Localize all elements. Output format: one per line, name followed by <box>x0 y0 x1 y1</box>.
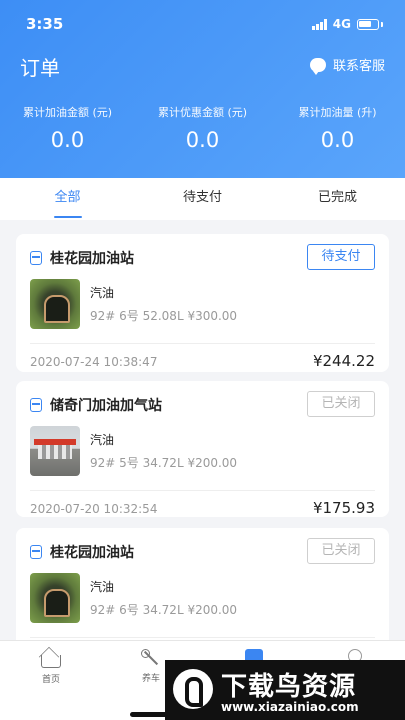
fuel-type: 汽油 <box>90 286 115 300</box>
station-photo <box>30 426 80 476</box>
fuel-detail: 92# 6号 34.72L ¥200.00 <box>90 603 238 617</box>
fuel-detail: 92# 5号 34.72L ¥200.00 <box>90 456 238 470</box>
tab-pending-payment[interactable]: 待支付 <box>135 178 270 220</box>
stat-total-volume: 累计加油量 (升) 0.0 <box>270 104 405 152</box>
status-closed-badge: 已关闭 <box>307 391 375 417</box>
station-name: 储奇门加油加气站 <box>50 398 162 414</box>
gas-station-icon <box>30 545 42 559</box>
station-header: 储奇门加油加气站 <box>30 395 162 415</box>
order-time: 2020-07-24 10:38:47 <box>30 355 158 369</box>
battery-icon <box>357 18 379 30</box>
home-indicator <box>130 712 265 717</box>
stat-value: 0.0 <box>320 128 355 152</box>
stat-value: 0.0 <box>50 128 85 152</box>
order-time: 2020-07-20 10:32:54 <box>30 502 158 516</box>
watermark-logo-icon <box>173 669 213 709</box>
page-title: 订单 <box>20 56 60 80</box>
order-amount: ¥175.93 <box>312 499 375 517</box>
divider <box>30 343 375 344</box>
divider <box>30 637 375 638</box>
stat-total-discount: 累计优惠金额 (元) 0.0 <box>135 104 270 152</box>
watermark-banner: 下载鸟资源 www.xiazainiao.com <box>165 660 405 720</box>
tab-all[interactable]: 全部 <box>0 178 135 220</box>
contact-service-button[interactable]: 联系客服 <box>309 55 385 75</box>
stat-label: 累计优惠金额 (元) <box>157 106 248 119</box>
gas-station-icon <box>30 251 42 265</box>
divider <box>30 490 375 491</box>
contact-service-label: 联系客服 <box>332 59 385 74</box>
status-closed-badge: 已关闭 <box>307 538 375 564</box>
signal-icon <box>311 18 327 30</box>
home-icon <box>41 655 61 668</box>
gas-station-icon <box>30 398 42 412</box>
stat-label: 累计加油量 (升) <box>298 106 377 119</box>
summary-stats: 累计加油金额 (元) 0.0 累计优惠金额 (元) 0.0 累计加油量 (升) … <box>0 104 405 152</box>
status-indicators: 4G <box>311 17 383 31</box>
order-card[interactable]: 桂花园加油站 待支付 汽油 92# 6号 52.08L ¥300.00 2020… <box>16 234 389 372</box>
chat-icon <box>309 57 326 75</box>
station-header: 桂花园加油站 <box>30 248 134 268</box>
station-name: 桂花园加油站 <box>50 545 134 561</box>
status-bar: 3:35 4G <box>26 14 383 34</box>
stat-label: 累计加油金额 (元) <box>22 106 113 119</box>
fuel-type: 汽油 <box>90 433 115 447</box>
order-amount: ¥244.22 <box>312 352 375 370</box>
network-type: 4G <box>332 17 351 31</box>
tab-completed[interactable]: 已完成 <box>270 178 405 220</box>
station-header: 桂花园加油站 <box>30 542 134 562</box>
order-card[interactable]: 储奇门加油加气站 已关闭 汽油 92# 5号 34.72L ¥200.00 20… <box>16 381 389 517</box>
fuel-detail: 92# 6号 52.08L ¥300.00 <box>90 309 238 323</box>
wrench-icon <box>141 649 161 667</box>
nav-home[interactable]: 首页 <box>21 649 81 685</box>
stat-value: 0.0 <box>185 128 220 152</box>
nav-label: 首页 <box>41 675 60 685</box>
fuel-type: 汽油 <box>90 580 115 594</box>
pay-button[interactable]: 待支付 <box>307 244 375 270</box>
stat-total-fuel-amount: 累计加油金额 (元) 0.0 <box>0 104 135 152</box>
header: 3:35 4G 订单 联系客服 累计加油金额 (元) 0.0 累计优惠金额 (元… <box>0 0 405 178</box>
order-tabs: 全部 待支付 已完成 <box>0 178 405 220</box>
station-name: 桂花园加油站 <box>50 251 134 267</box>
station-photo <box>30 279 80 329</box>
watermark-title: 下载鸟资源 <box>221 672 357 702</box>
station-photo <box>30 573 80 623</box>
status-time: 3:35 <box>26 15 64 33</box>
battery-tip <box>381 21 383 27</box>
